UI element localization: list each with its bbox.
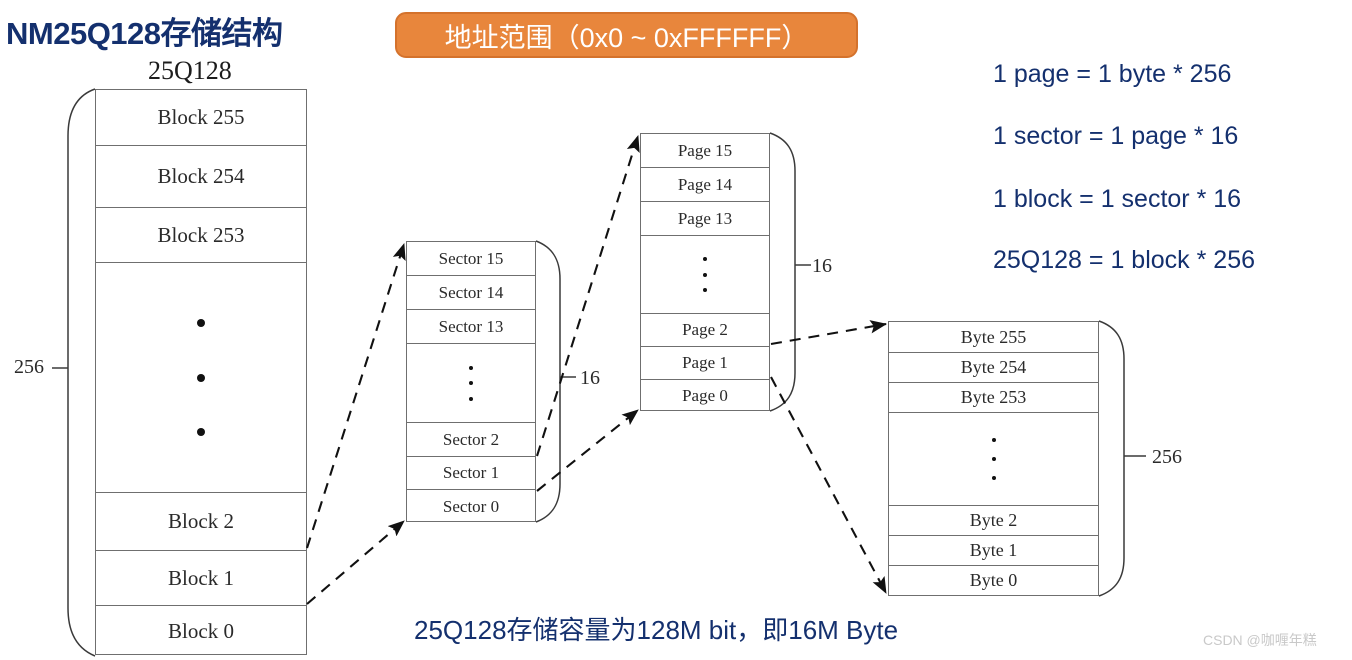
page-title: NM25Q128存储结构 (6, 16, 283, 51)
arrow-block-to-sector-top (305, 242, 406, 549)
block-row-ellipsis (96, 263, 306, 493)
bytes-brace (1098, 320, 1125, 597)
sector-row-ellipsis (407, 344, 535, 423)
sectors-stack: Sector 15 Sector 14 Sector 13 Sector 2 S… (406, 241, 536, 522)
equation-chip: 25Q128 = 1 block * 256 (993, 246, 1255, 274)
ellipsis-dot (991, 476, 996, 480)
blocks-count-label: 256 (14, 356, 44, 378)
address-range-banner: 地址范围（0x0 ~ 0xFFFFFF） (395, 12, 858, 58)
block-row-1: Block 1 (96, 551, 306, 606)
page-row-0: Page 0 (682, 386, 728, 405)
blocks-stack: Block 255 Block 254 Block 253 Block 2 Bl… (95, 89, 307, 655)
byte-row-253: Byte 253 (889, 383, 1098, 413)
ellipsis-dot (469, 396, 473, 401)
page-row-2: Page 2 (641, 314, 769, 347)
sectors-brace (535, 240, 561, 523)
byte-row-254: Byte 254 (889, 353, 1098, 383)
ellipsis-dot (197, 427, 205, 436)
page-row-14: Page 14 (641, 168, 769, 202)
ellipsis-dot (469, 365, 473, 370)
sector-row-13: Sector 13 (407, 310, 535, 344)
sector-row-0: Sector 0 (442, 496, 500, 516)
byte-row-255: Byte 255 (889, 322, 1098, 353)
pages-stack: Page 15 Page 14 Page 13 Page 2 Page 1 Pa… (640, 133, 770, 411)
arrow-page-to-byte-bottom (770, 376, 887, 594)
arrow-page-to-byte-top (770, 320, 888, 346)
equation-page: 1 page = 1 byte * 256 (993, 60, 1232, 88)
bytes-count-label: 256 (1152, 446, 1182, 468)
equation-block: 1 block = 1 sector * 16 (993, 185, 1242, 213)
block-row-253: Block 253 (96, 208, 306, 263)
page-row-ellipsis (641, 236, 769, 314)
byte-row-0: Byte 0 (969, 570, 1018, 590)
equation-sector: 1 sector = 1 page * 16 (993, 122, 1239, 150)
ellipsis-dot (469, 381, 473, 385)
block-row-0: Block 0 (168, 618, 234, 643)
ellipsis-dot (991, 438, 996, 442)
sector-row-2: Sector 2 (407, 423, 535, 457)
ellipsis-dot (197, 319, 205, 328)
blocks-brace (67, 88, 96, 657)
byte-row-ellipsis (889, 413, 1098, 506)
ellipsis-dot (991, 457, 996, 461)
sector-row-1: Sector 1 (407, 457, 535, 490)
page-row-1: Page 1 (641, 347, 769, 380)
address-range-label: 地址范围（0x0 ~ 0xFFFFFF） (444, 22, 809, 53)
sectors-count-label: 16 (580, 367, 600, 389)
watermark: CSDN @咖喱年糕 (1203, 632, 1317, 648)
sector-row-15: Sector 15 (407, 242, 535, 276)
arrow-block-to-sector-bottom (306, 520, 405, 605)
bytes-stack: Byte 255 Byte 254 Byte 253 Byte 2 Byte 1… (888, 321, 1099, 596)
arrow-sector-to-page-bottom (536, 409, 639, 492)
blocks-column-heading: 25Q128 (148, 56, 232, 85)
arrow-sector-to-page-top (535, 134, 640, 457)
block-row-254: Block 254 (96, 146, 306, 208)
ellipsis-dot (703, 287, 707, 292)
ellipsis-dot (703, 257, 707, 262)
block-row-255: Block 255 (96, 90, 306, 146)
byte-row-2: Byte 2 (889, 506, 1098, 536)
ellipsis-dot (703, 272, 707, 277)
sector-row-14: Sector 14 (407, 276, 535, 310)
capacity-caption: 25Q128存储容量为128M bit，即16M Byte (414, 615, 899, 645)
ellipsis-dot (197, 373, 205, 382)
pages-brace (769, 132, 796, 412)
page-row-15: Page 15 (641, 134, 769, 168)
page-row-13: Page 13 (641, 202, 769, 236)
byte-row-1: Byte 1 (889, 536, 1098, 566)
block-row-2: Block 2 (96, 493, 306, 551)
pages-count-label: 16 (812, 255, 832, 277)
